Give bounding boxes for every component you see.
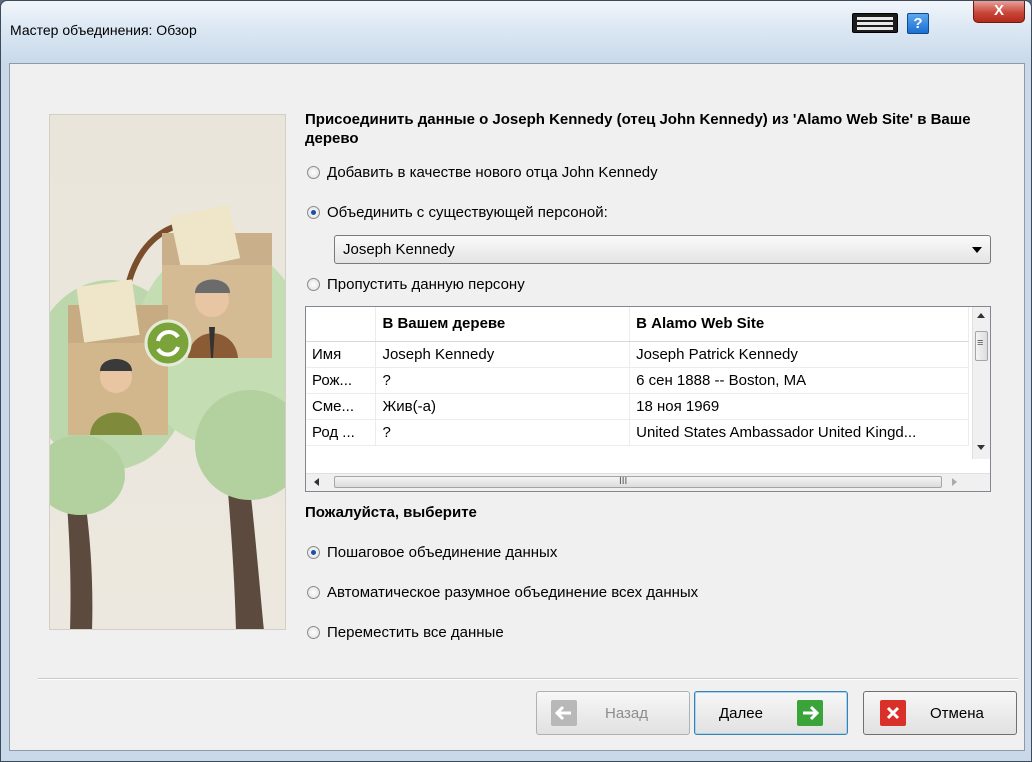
option-label: Автоматическое разумное объединение всех… [327, 583, 699, 601]
table-cell: 18 ноя 1969 [629, 393, 969, 420]
option-label: Переместить все данные [327, 623, 504, 641]
skip-person-option[interactable]: Пропустить данную персону [307, 274, 525, 294]
table-cell: Имя [306, 341, 377, 368]
table-cell: ? [375, 419, 631, 446]
choose-method-heading: Пожалуйста, выберите [305, 504, 477, 521]
family-tree-merge-image [50, 204, 285, 629]
merge-with-existing-option[interactable]: Объединить с существующей персоной: [307, 202, 608, 222]
radio-button[interactable] [307, 625, 320, 639]
option-label: Пропустить данную персону [327, 275, 525, 293]
cancel-label: Отмена [930, 704, 984, 722]
column-header [306, 307, 377, 342]
table-row[interactable]: Сме... Жив(-а) 18 ноя 1969 [306, 393, 969, 420]
radio-button[interactable] [307, 277, 320, 291]
table-row[interactable]: Род ... ? United States Ambassador Unite… [306, 419, 969, 446]
grip-icon: III [619, 476, 628, 487]
back-button[interactable]: Назад [536, 691, 690, 735]
radio-button[interactable] [307, 585, 320, 599]
move-all-data-option[interactable]: Переместить все данные [307, 622, 504, 642]
title-bar[interactable]: Мастер объединения: Обзор ? X [1, 1, 1031, 63]
footer-divider [38, 678, 1018, 680]
radio-button[interactable] [307, 205, 320, 219]
option-label: Пошаговое объединение данных [327, 543, 558, 561]
arrow-left-icon [551, 700, 577, 726]
table-cell: Рож... [306, 367, 377, 394]
table-row[interactable]: Рож... ? 6 сен 1888 -- Boston, MA [306, 367, 969, 394]
table-cell: 6 сен 1888 -- Boston, MA [629, 367, 969, 394]
merge-heading: Присоединить данные о Joseph Kennedy (от… [305, 111, 971, 147]
existing-person-dropdown[interactable]: Joseph Kennedy [334, 235, 991, 264]
table-cell: Сме... [306, 393, 377, 420]
column-header[interactable]: В Alamo Web Site [629, 307, 969, 342]
back-label: Назад [605, 704, 648, 722]
comparison-grid[interactable]: В Вашем дереве В Alamo Web Site Имя Jose… [305, 306, 991, 492]
grip-icon: ≡ [977, 337, 984, 349]
window-title: Мастер объединения: Обзор [10, 22, 197, 38]
close-button[interactable]: X [973, 1, 1025, 23]
next-label: Далее [719, 704, 763, 722]
radio-button[interactable] [307, 545, 320, 559]
option-label: Добавить в качестве нового отца John Ken… [327, 163, 658, 181]
scroll-left-icon[interactable] [314, 478, 319, 486]
table-row[interactable]: Имя Joseph Kennedy Joseph Patrick Kenned… [306, 341, 969, 368]
scroll-right-icon[interactable] [952, 478, 957, 486]
arrow-right-icon [796, 700, 823, 726]
add-as-new-father-option[interactable]: Добавить в качестве нового отца John Ken… [307, 162, 658, 182]
scrollbar-thumb[interactable]: III [334, 476, 942, 488]
merge-illustration [49, 114, 286, 630]
table-cell: ? [375, 367, 631, 394]
table-cell: Joseph Kennedy [375, 341, 631, 368]
vertical-scrollbar[interactable]: ≡ [972, 307, 990, 459]
stepwise-merge-option[interactable]: Пошаговое объединение данных [307, 542, 557, 562]
keyboard-icon[interactable] [852, 13, 898, 33]
chevron-down-icon [972, 247, 982, 253]
table-cell: Жив(-а) [375, 393, 631, 420]
auto-merge-option[interactable]: Автоматическое разумное объединение всех… [307, 582, 698, 602]
table-cell: Род ... [306, 419, 377, 446]
table-header-row: В Вашем дереве В Alamo Web Site [306, 307, 969, 342]
radio-button[interactable] [307, 165, 320, 179]
option-label: Объединить с существующей персоной: [327, 203, 608, 221]
column-header[interactable]: В Вашем дереве [375, 307, 631, 342]
scroll-down-icon[interactable] [977, 445, 985, 450]
scrollbar-thumb[interactable]: ≡ [975, 331, 988, 361]
wizard-client-area: Присоединить данные о Joseph Kennedy (от… [9, 63, 1025, 751]
table-cell: Joseph Patrick Kennedy [629, 341, 969, 368]
cancel-button[interactable]: Отмена [863, 691, 1017, 735]
table-cell: United States Ambassador United Kingd... [629, 419, 969, 446]
help-button[interactable]: ? [907, 13, 929, 34]
comparison-table: В Вашем дереве В Alamo Web Site Имя Jose… [306, 307, 969, 446]
close-icon [880, 700, 906, 726]
horizontal-scrollbar[interactable]: III [306, 473, 990, 491]
scroll-up-icon[interactable] [977, 313, 985, 318]
merge-wizard-window: Мастер объединения: Обзор ? X Присоедини… [0, 0, 1032, 762]
next-button[interactable]: Далее [694, 691, 848, 735]
dropdown-value: Joseph Kennedy [343, 241, 455, 258]
